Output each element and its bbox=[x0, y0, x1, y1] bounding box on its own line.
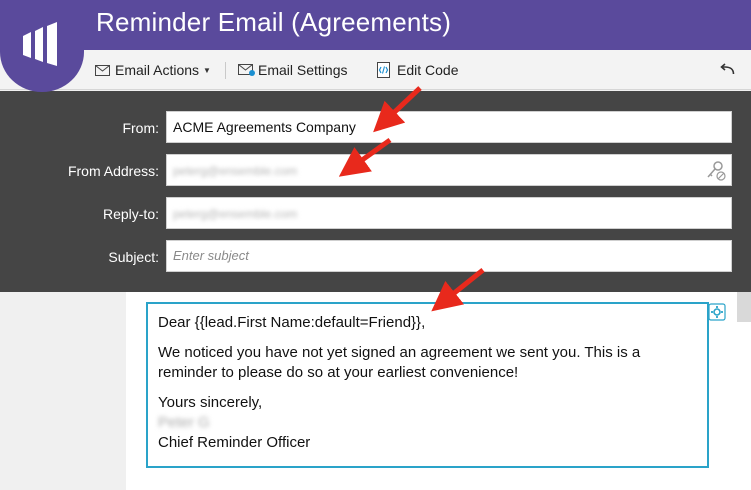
undo-arrow-icon bbox=[720, 62, 735, 78]
reply-to-field[interactable]: peterg@ensemble.com bbox=[166, 197, 732, 229]
subject-row: Subject: Enter subject bbox=[0, 240, 751, 274]
envelope-icon bbox=[95, 64, 110, 76]
email-settings-panel: From: ACME Agreements Company From Addre… bbox=[0, 91, 751, 292]
caret-down-icon: ▼ bbox=[203, 65, 211, 75]
editor-toolbar: Email Actions ▼ Email Settings Edit Code bbox=[0, 50, 751, 90]
from-label: From: bbox=[122, 120, 159, 136]
reply-to-value: peterg@ensemble.com bbox=[173, 207, 298, 221]
toolbar-divider bbox=[225, 62, 226, 79]
undo-button[interactable] bbox=[720, 50, 735, 90]
signer-title: Chief Reminder Officer bbox=[158, 434, 311, 451]
email-actions-label: Email Actions bbox=[115, 62, 200, 78]
email-editor-window: Reminder Email (Agreements) Email Action… bbox=[0, 0, 751, 490]
code-file-icon bbox=[377, 62, 390, 78]
email-actions-menu[interactable]: Email Actions ▼ bbox=[95, 50, 211, 90]
from-address-value: peterg@ensemble.com bbox=[173, 164, 298, 178]
from-address-field[interactable]: peterg@ensemble.com bbox=[166, 154, 732, 186]
app-logo[interactable] bbox=[0, 0, 84, 92]
email-body-editor[interactable]: Dear {{lead.First Name:default=Friend}},… bbox=[146, 302, 709, 468]
from-field[interactable]: ACME Agreements Company bbox=[166, 111, 732, 143]
from-row: From: ACME Agreements Company bbox=[0, 111, 751, 145]
key-lock-icon[interactable] bbox=[705, 160, 727, 192]
from-address-row: From Address: peterg@ensemble.com bbox=[0, 154, 751, 188]
envelope-settings-icon bbox=[238, 63, 256, 77]
subject-label: Subject: bbox=[108, 249, 159, 265]
canvas-scroll-strip bbox=[737, 292, 751, 322]
gear-icon[interactable] bbox=[708, 303, 726, 326]
from-address-label: From Address: bbox=[67, 163, 159, 179]
greeting-text: Dear {{lead.First Name:default=Friend}}, bbox=[158, 314, 426, 331]
edit-code-button[interactable]: Edit Code bbox=[377, 50, 458, 90]
page-title: Reminder Email (Agreements) bbox=[96, 7, 452, 37]
reply-to-row: Reply-to: peterg@ensemble.com bbox=[0, 197, 751, 231]
edit-code-label: Edit Code bbox=[397, 62, 459, 78]
logo-bars-icon bbox=[23, 22, 57, 66]
subject-field[interactable]: Enter subject bbox=[166, 240, 732, 272]
email-settings-label: Email Settings bbox=[258, 62, 348, 78]
reply-to-label: Reply-to: bbox=[102, 206, 159, 222]
body-paragraph: We noticed you have not yet signed an ag… bbox=[158, 344, 641, 381]
title-bar: Reminder Email (Agreements) bbox=[0, 0, 751, 50]
signer-name: Peter G bbox=[158, 414, 210, 431]
email-settings-button[interactable]: Email Settings bbox=[238, 50, 347, 90]
closing-text: Yours sincerely, bbox=[158, 394, 263, 411]
